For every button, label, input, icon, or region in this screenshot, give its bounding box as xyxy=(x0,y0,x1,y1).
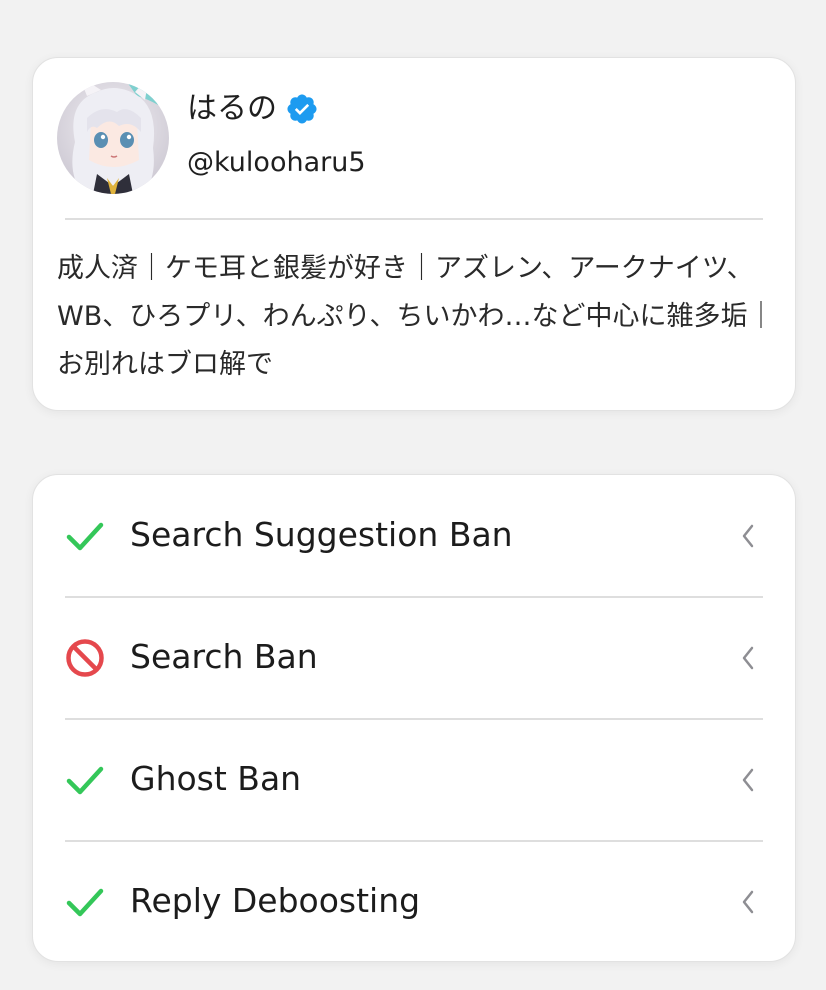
prohibited-icon xyxy=(65,638,105,678)
avatar-illustration xyxy=(57,82,169,194)
status-label: Search Ban xyxy=(130,637,318,676)
status-row-search-ban[interactable]: Search Ban xyxy=(33,597,795,717)
check-icon xyxy=(65,516,105,556)
status-row-ghost-ban[interactable]: Ghost Ban xyxy=(33,719,795,839)
check-icon xyxy=(65,882,105,922)
status-label: Ghost Ban xyxy=(130,759,302,798)
avatar[interactable] xyxy=(57,82,169,194)
status-label: Search Suggestion Ban xyxy=(130,515,513,554)
chevron-left-icon xyxy=(739,522,757,550)
profile-card: はるの @kulooharu5 成人済｜ケモ耳と銀髪が好き｜アズレン、アークナイ… xyxy=(32,57,796,411)
user-handle: @kulooharu5 xyxy=(187,147,366,178)
chevron-left-icon xyxy=(739,766,757,794)
chevron-left-icon xyxy=(739,644,757,672)
status-checks-card: Search Suggestion Ban Search Ban Ghost B… xyxy=(32,474,796,962)
chevron-left-icon xyxy=(739,888,757,916)
divider xyxy=(65,218,763,220)
verified-badge-icon xyxy=(285,92,319,126)
profile-bio: 成人済｜ケモ耳と銀髪が好き｜アズレン、アークナイツ、WB、ひろプリ、わんぷり、ち… xyxy=(57,253,775,380)
status-row-reply-deboosting[interactable]: Reply Deboosting xyxy=(33,841,795,961)
status-label: Reply Deboosting xyxy=(130,881,421,920)
status-row-search-suggestion-ban[interactable]: Search Suggestion Ban xyxy=(33,475,795,595)
display-name: はるの xyxy=(187,91,277,126)
display-name-row: はるの xyxy=(187,88,319,130)
check-icon xyxy=(65,760,105,800)
